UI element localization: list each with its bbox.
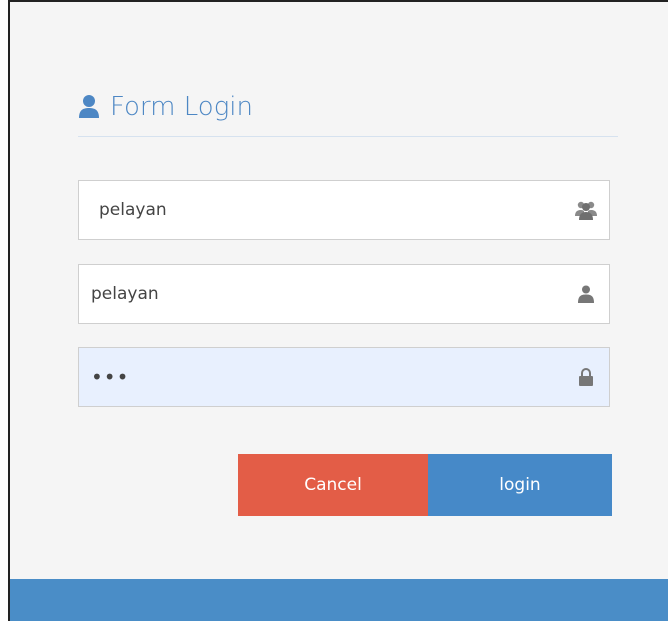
cancel-button[interactable]: Cancel bbox=[238, 454, 428, 516]
password-input[interactable] bbox=[79, 348, 575, 406]
password-field[interactable] bbox=[78, 347, 610, 407]
lock-icon bbox=[575, 366, 597, 388]
footer-bar bbox=[10, 579, 668, 621]
username-field[interactable] bbox=[78, 264, 610, 324]
username-input[interactable] bbox=[79, 265, 575, 323]
user-icon bbox=[79, 95, 99, 118]
login-button[interactable]: login bbox=[428, 454, 612, 516]
login-panel: Form Login pelayan pelayan ••• Cancel lo… bbox=[8, 0, 668, 621]
page-title: Form Login bbox=[110, 92, 253, 122]
users-icon bbox=[575, 199, 597, 221]
form-header: Form Login bbox=[78, 86, 618, 137]
user-icon bbox=[575, 283, 597, 305]
group-input[interactable] bbox=[79, 181, 575, 239]
group-field[interactable] bbox=[78, 180, 610, 240]
